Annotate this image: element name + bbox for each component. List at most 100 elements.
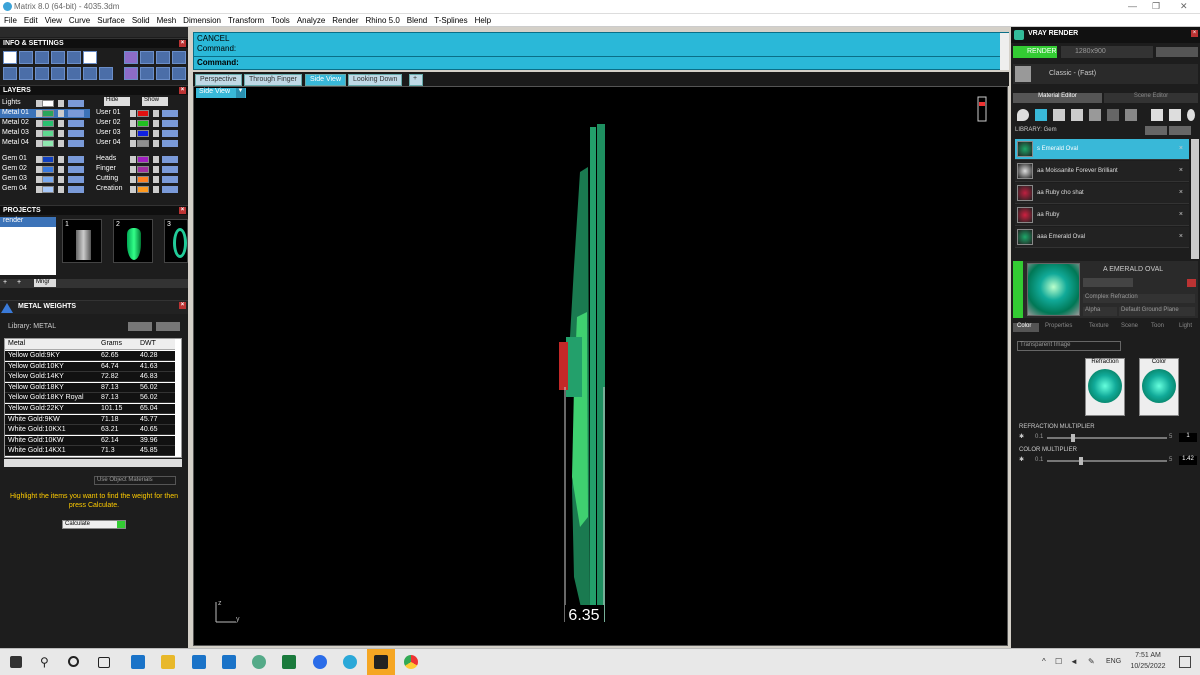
remove-icon[interactable]: × [1179, 211, 1183, 218]
hide-button[interactable]: Hide [104, 97, 130, 106]
zoom-tool-icon[interactable] [19, 51, 33, 64]
lock-icon[interactable] [58, 100, 64, 107]
mngr-button[interactable]: Mngr [34, 279, 56, 287]
tab-light[interactable]: Light [1179, 323, 1192, 329]
layer-row[interactable]: Heads [94, 155, 184, 164]
start-icon[interactable] [10, 656, 22, 668]
rendered-mode-icon[interactable] [172, 67, 186, 80]
lock-icon[interactable] [58, 156, 64, 163]
table-row[interactable]: White Gold:10KX1 63.21 40.65 [5, 425, 175, 436]
view-tool-icon[interactable] [35, 51, 49, 64]
layer-visibility-icon[interactable] [162, 110, 178, 117]
volume-icon[interactable]: ◄ [1070, 657, 1078, 666]
command-scrollbar[interactable] [1000, 33, 1009, 70]
notification-icon[interactable] [1179, 656, 1191, 668]
lock-icon[interactable] [153, 156, 159, 163]
show-button[interactable]: Show [142, 97, 168, 106]
slider-track[interactable] [1047, 437, 1167, 439]
shade-mode-icon[interactable] [19, 67, 33, 80]
layer-arrow-icon[interactable] [130, 120, 136, 127]
edge-icon[interactable] [131, 655, 145, 669]
playback-controls[interactable] [1156, 47, 1198, 57]
material-scrollbar[interactable] [1191, 139, 1199, 259]
layer-row[interactable]: Gem 02 [0, 165, 90, 174]
layer-visibility-icon[interactable] [68, 176, 84, 183]
layer-arrow-icon[interactable] [36, 156, 42, 163]
material-item[interactable]: aa Ruby × [1015, 205, 1189, 226]
lock-icon[interactable] [153, 176, 159, 183]
layer-visibility-icon[interactable] [68, 166, 84, 173]
layer-visibility-icon[interactable] [162, 166, 178, 173]
lock-icon[interactable] [153, 186, 159, 193]
menu-tools[interactable]: Tools [267, 14, 293, 25]
resolution-field[interactable]: 1280x900 [1061, 46, 1153, 58]
menu-solid[interactable]: Solid [128, 14, 153, 25]
language-indicator[interactable]: ENG [1106, 658, 1121, 665]
menu-tsplines[interactable]: T-Splines [430, 14, 470, 25]
refraction-swatch[interactable]: Refraction [1085, 358, 1125, 416]
diamond-icon[interactable] [1053, 109, 1065, 121]
layer-visibility-icon[interactable] [68, 100, 84, 107]
layer-arrow-icon[interactable] [130, 130, 136, 137]
layer-color-swatch[interactable] [137, 140, 149, 147]
layer-visibility-icon[interactable] [68, 186, 84, 193]
excel-icon[interactable] [282, 655, 296, 669]
layer-visibility-icon[interactable] [162, 176, 178, 183]
ghost-mode-icon[interactable] [140, 67, 154, 80]
table-hscrollbar[interactable] [4, 459, 182, 467]
user-toggle[interactable] [156, 322, 180, 331]
copy-icon[interactable] [1151, 109, 1163, 121]
menu-transform[interactable]: Transform [224, 14, 267, 25]
tab-side-view[interactable]: Side View [305, 74, 347, 86]
layer-visibility-icon[interactable] [68, 110, 84, 117]
layer-color-swatch[interactable] [42, 176, 54, 183]
slider-value[interactable]: 1.42 [1179, 456, 1197, 465]
layer-visibility-icon[interactable] [162, 140, 178, 147]
layer-row[interactable]: Lights [0, 99, 90, 108]
cortana-icon[interactable] [68, 656, 79, 667]
remove-icon[interactable]: × [1179, 145, 1183, 152]
layer-arrow-icon[interactable] [36, 140, 42, 147]
planar-tool-icon[interactable] [172, 51, 186, 64]
tab-material-editor[interactable]: Material Editor [1013, 93, 1102, 103]
gem-icon[interactable] [1035, 109, 1047, 121]
material-item[interactable]: aa Ruby cho shat × [1015, 183, 1189, 204]
layer-row[interactable]: Gem 01 [0, 155, 90, 164]
pen-icon[interactable]: ✎ [1088, 657, 1095, 666]
material-item[interactable]: aa Moissanite Forever Brilliant × [1015, 161, 1189, 182]
lock-icon[interactable] [58, 166, 64, 173]
library-toggle[interactable] [128, 322, 152, 331]
layer-row[interactable]: Metal 02 [0, 119, 90, 128]
menu-help[interactable]: Help [471, 14, 494, 25]
layer-arrow-icon[interactable] [36, 186, 42, 193]
project-item[interactable]: render [0, 217, 56, 227]
cube-tool-icon[interactable] [51, 67, 65, 80]
layer-color-swatch[interactable] [42, 110, 54, 117]
add-tab-button[interactable]: + [409, 74, 423, 86]
tab-toon[interactable]: Toon [1151, 323, 1164, 329]
layer-color-swatch[interactable] [42, 100, 54, 107]
scissor-tool-icon[interactable] [83, 67, 97, 80]
menu-edit[interactable]: Edit [20, 14, 41, 25]
task-view-icon[interactable] [98, 657, 110, 668]
ground-icon[interactable] [1125, 109, 1137, 121]
lock-icon[interactable] [58, 176, 64, 183]
close-icon[interactable]: × [179, 207, 186, 214]
transparent-image-select[interactable]: Transparent Image [1017, 341, 1121, 351]
layer-color-swatch[interactable] [137, 186, 149, 193]
use-object-materials-select[interactable]: Use Object Materials [94, 476, 176, 485]
layer-row[interactable]: Finger [94, 165, 184, 174]
lock-icon[interactable] [153, 110, 159, 117]
layer-visibility-icon[interactable] [68, 130, 84, 137]
close-icon[interactable]: × [179, 40, 186, 47]
layer-color-swatch[interactable] [137, 110, 149, 117]
tray-chevron-icon[interactable]: ^ [1042, 657, 1046, 666]
layer-arrow-icon[interactable] [130, 176, 136, 183]
lock-icon[interactable] [153, 140, 159, 147]
menu-mesh[interactable]: Mesh [153, 14, 180, 25]
render-button[interactable]: RENDER [1013, 46, 1057, 58]
layer-color-swatch[interactable] [42, 140, 54, 147]
project-thumb-1[interactable]: 1 [62, 219, 102, 263]
tab-through-finger[interactable]: Through Finger [244, 74, 302, 86]
table-row[interactable]: Yellow Gold:18KY 87.13 56.02 [5, 382, 175, 393]
